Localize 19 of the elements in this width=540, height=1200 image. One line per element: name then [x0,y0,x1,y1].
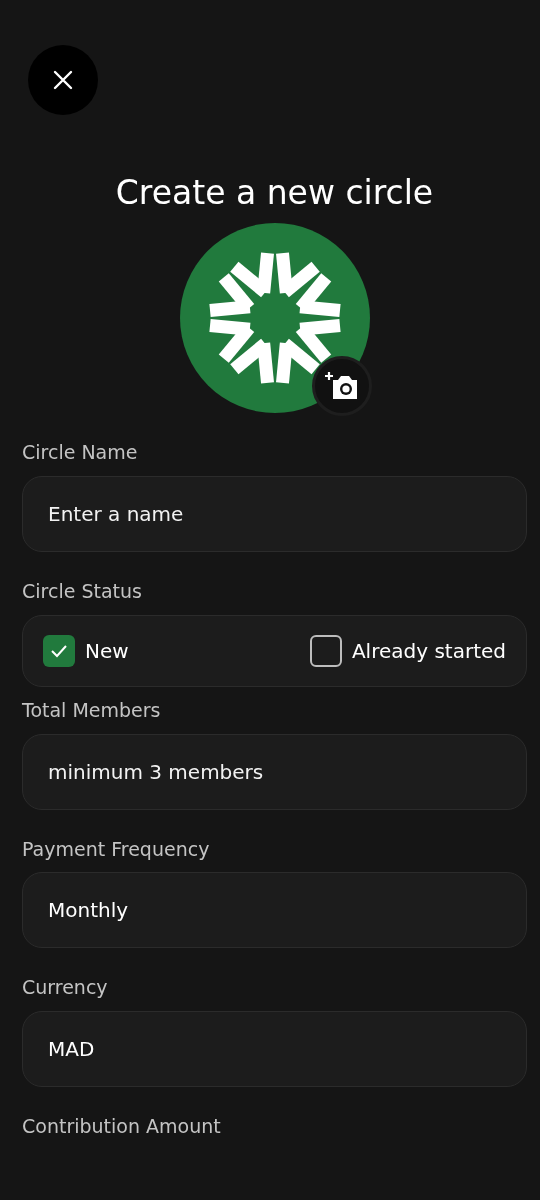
input-field[interactable]: Monthly [22,872,527,949]
input-field[interactable]: Enter a name [22,476,527,553]
add-camera-icon [324,371,359,402]
field-label: Currency [22,976,109,1000]
input-field[interactable]: minimum 3 members [22,733,527,810]
checkbox[interactable] [43,634,75,667]
checkbox-label[interactable]: New [85,635,129,666]
field-label: Circle Status [22,580,143,603]
circle-avatar-icon [179,223,370,414]
checkbox[interactable] [309,634,342,667]
checkbox-label[interactable]: Already started [351,635,506,666]
field-label: Total Members [22,698,162,722]
close-icon [53,70,73,90]
checkmark-icon [50,643,68,658]
field-label: Payment Frequency [22,837,211,861]
page-title: Create a new circle [114,175,435,212]
input-field[interactable]: MAD [22,1011,527,1088]
field-label: Contribution Amount [22,1115,222,1139]
field-label: Circle Name [22,441,139,465]
